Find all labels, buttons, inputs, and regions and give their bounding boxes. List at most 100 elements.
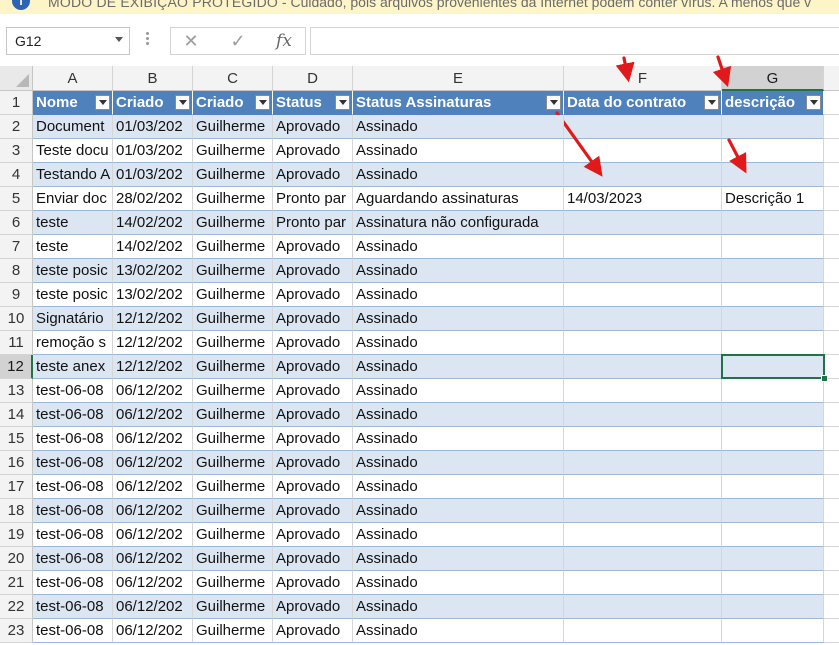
table-cell-col-b[interactable]: 06/12/202 <box>113 475 193 499</box>
grid-cell[interactable] <box>824 523 839 547</box>
table-cell-col-e[interactable]: Assinado <box>353 403 564 427</box>
table-cell-col-b[interactable]: 06/12/202 <box>113 499 193 523</box>
table-cell-col-e[interactable]: Assinado <box>353 379 564 403</box>
grid-cell[interactable] <box>824 235 839 259</box>
table-cell-col-c[interactable]: Guilherme <box>193 307 273 331</box>
table-cell-col-d[interactable]: Aprovado <box>273 547 353 571</box>
table-cell-col-e[interactable]: Assinado <box>353 139 564 163</box>
table-cell-col-f[interactable] <box>564 235 722 259</box>
table-cell-col-a[interactable]: test-06-08 <box>33 547 113 571</box>
table-cell-col-f[interactable] <box>564 451 722 475</box>
table-cell-col-c[interactable]: Guilherme <box>193 379 273 403</box>
table-cell-col-d[interactable]: Aprovado <box>273 115 353 139</box>
table-cell-col-f[interactable] <box>564 379 722 403</box>
table-cell-col-g[interactable] <box>722 499 824 523</box>
table-cell-col-e[interactable]: Assinado <box>353 547 564 571</box>
table-header-cell[interactable]: Criado <box>193 91 273 115</box>
row-header[interactable]: 5 <box>0 187 33 211</box>
grid-cell[interactable] <box>824 331 839 355</box>
table-cell-col-a[interactable]: teste <box>33 235 113 259</box>
table-cell-col-g[interactable] <box>722 163 824 187</box>
table-cell-col-d[interactable]: Pronto par <box>273 211 353 235</box>
filter-dropdown-icon[interactable] <box>255 95 270 110</box>
table-cell-col-c[interactable]: Guilherme <box>193 499 273 523</box>
table-cell-col-d[interactable]: Aprovado <box>273 259 353 283</box>
table-cell-col-b[interactable]: 12/12/202 <box>113 355 193 379</box>
table-header-cell[interactable]: descrição <box>722 91 824 115</box>
table-cell-col-c[interactable]: Guilherme <box>193 187 273 211</box>
grid-cell[interactable] <box>824 259 839 283</box>
table-cell-col-d[interactable]: Aprovado <box>273 307 353 331</box>
table-cell-col-b[interactable]: 06/12/202 <box>113 571 193 595</box>
table-cell-col-e[interactable]: Assinado <box>353 235 564 259</box>
row-header[interactable]: 18 <box>0 499 33 523</box>
table-cell-col-d[interactable]: Aprovado <box>273 283 353 307</box>
table-cell-col-e[interactable]: Assinado <box>353 619 564 643</box>
row-header[interactable]: 9 <box>0 283 33 307</box>
table-cell-col-b[interactable]: 01/03/202 <box>113 115 193 139</box>
table-cell-col-c[interactable]: Guilherme <box>193 163 273 187</box>
table-cell-col-b[interactable]: 28/02/202 <box>113 187 193 211</box>
table-cell-col-b[interactable]: 14/02/202 <box>113 235 193 259</box>
table-cell-col-a[interactable]: test-06-08 <box>33 403 113 427</box>
grid-cell[interactable] <box>824 211 839 235</box>
table-cell-col-b[interactable]: 06/12/202 <box>113 595 193 619</box>
row-header[interactable]: 7 <box>0 235 33 259</box>
table-cell-col-f[interactable] <box>564 139 722 163</box>
table-cell-col-f[interactable] <box>564 283 722 307</box>
table-cell-col-e[interactable]: Assinado <box>353 331 564 355</box>
table-cell-col-d[interactable]: Aprovado <box>273 499 353 523</box>
table-cell-col-f[interactable]: 14/03/2023 <box>564 187 722 211</box>
table-cell-col-g[interactable] <box>722 403 824 427</box>
table-cell-col-e[interactable]: Assinatura não configurada <box>353 211 564 235</box>
column-header-a[interactable]: A <box>33 66 113 91</box>
table-cell-col-f[interactable] <box>564 331 722 355</box>
table-cell-col-e[interactable]: Assinado <box>353 451 564 475</box>
table-cell-col-a[interactable]: test-06-08 <box>33 619 113 643</box>
table-cell-col-g[interactable] <box>722 211 824 235</box>
grid-cell[interactable] <box>824 547 839 571</box>
grid-cell[interactable] <box>824 475 839 499</box>
table-cell-col-c[interactable]: Guilherme <box>193 523 273 547</box>
row-header[interactable]: 10 <box>0 307 33 331</box>
table-cell-col-f[interactable] <box>564 211 722 235</box>
table-cell-col-g[interactable] <box>722 307 824 331</box>
table-cell-col-b[interactable]: 12/12/202 <box>113 331 193 355</box>
table-cell-col-a[interactable]: test-06-08 <box>33 595 113 619</box>
table-cell-col-b[interactable]: 06/12/202 <box>113 523 193 547</box>
table-cell-col-b[interactable]: 06/12/202 <box>113 379 193 403</box>
table-cell-col-a[interactable]: teste posic <box>33 259 113 283</box>
table-cell-col-d[interactable]: Aprovado <box>273 571 353 595</box>
table-cell-col-f[interactable] <box>564 475 722 499</box>
table-cell-col-g[interactable] <box>722 451 824 475</box>
grid-cell[interactable] <box>824 595 839 619</box>
table-cell-col-e[interactable]: Assinado <box>353 115 564 139</box>
row-header[interactable]: 8 <box>0 259 33 283</box>
row-header[interactable]: 3 <box>0 139 33 163</box>
table-cell-col-g[interactable] <box>722 595 824 619</box>
table-cell-col-f[interactable] <box>564 355 722 379</box>
table-cell-col-d[interactable]: Aprovado <box>273 403 353 427</box>
column-header-c[interactable]: C <box>193 66 273 91</box>
chevron-down-icon[interactable] <box>115 37 123 42</box>
row-header[interactable]: 15 <box>0 427 33 451</box>
filter-dropdown-icon[interactable] <box>175 95 190 110</box>
table-cell-col-a[interactable]: test-06-08 <box>33 475 113 499</box>
table-cell-col-a[interactable]: test-06-08 <box>33 499 113 523</box>
table-cell-col-e[interactable]: Assinado <box>353 355 564 379</box>
table-cell-col-c[interactable]: Guilherme <box>193 355 273 379</box>
table-cell-col-a[interactable]: Signatário <box>33 307 113 331</box>
table-cell-col-d[interactable]: Aprovado <box>273 235 353 259</box>
grid-cell[interactable] <box>824 139 839 163</box>
filter-dropdown-icon[interactable] <box>335 95 350 110</box>
table-cell-col-c[interactable]: Guilherme <box>193 139 273 163</box>
table-cell-col-a[interactable]: teste anex <box>33 355 113 379</box>
table-cell-col-b[interactable]: 06/12/202 <box>113 451 193 475</box>
row-header[interactable]: 11 <box>0 331 33 355</box>
fill-handle[interactable] <box>821 375 828 382</box>
table-cell-col-a[interactable]: test-06-08 <box>33 571 113 595</box>
table-cell-col-g[interactable]: Descrição 1 <box>722 187 824 211</box>
table-cell-col-d[interactable]: Aprovado <box>273 427 353 451</box>
filter-dropdown-icon[interactable] <box>704 95 719 110</box>
table-header-cell[interactable]: Nome <box>33 91 113 115</box>
